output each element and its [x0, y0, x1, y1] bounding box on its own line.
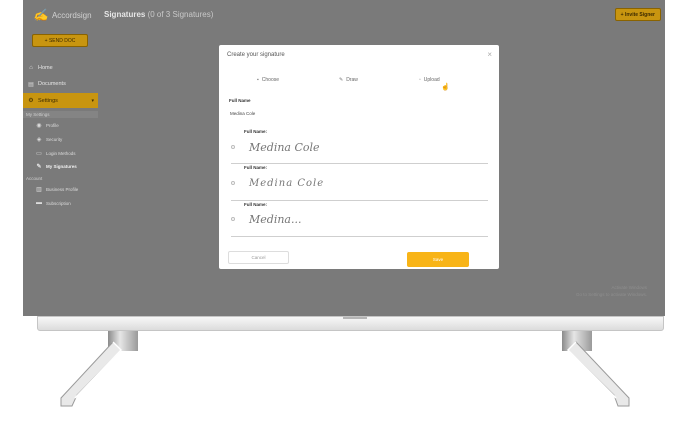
top-bar: ✍ Accordsign Signatures (0 of 3 Signatur…: [23, 0, 665, 30]
section-my-settings: My Settings: [23, 111, 98, 118]
sidebar-item-label: Login Methods: [46, 150, 76, 156]
sidebar-item-label: Business Profile: [46, 186, 79, 192]
windows-watermark: Activate Windows Go to Settings to activ…: [576, 284, 647, 298]
signature-option-1[interactable]: Medina Cole: [249, 141, 320, 154]
sidebar-item-my-signatures[interactable]: ✎ My Signatures: [36, 161, 77, 171]
monitor-bezel: [37, 316, 664, 331]
full-name-value[interactable]: Medina Cole: [230, 111, 255, 116]
signature-option-2[interactable]: Medina Cole: [249, 178, 324, 189]
tab-label: Upload: [423, 77, 440, 83]
page-title-text: Signatures: [104, 10, 146, 19]
sidebar-item-label: Documents: [38, 81, 66, 87]
key-icon: ▭: [36, 150, 42, 157]
divider: [231, 200, 488, 201]
full-name-label: Full Name: [229, 98, 251, 103]
watermark-line-1: Activate Windows: [611, 285, 647, 290]
option-3-label: Full Name:: [244, 202, 268, 207]
document-icon: ▤: [28, 81, 34, 88]
signature-option-3-radio[interactable]: [231, 217, 235, 221]
grid-icon: ▪: [257, 77, 259, 83]
building-icon: ▥: [36, 186, 42, 193]
signature-option-2-radio[interactable]: [231, 181, 235, 185]
sidebar-item-settings[interactable]: ⚙ Settings ▾: [23, 93, 98, 108]
upload-icon: ▫: [419, 77, 421, 83]
signature-option-3[interactable]: Medina...: [249, 213, 301, 226]
watermark-line-2: Go to Settings to activate Windows.: [575, 292, 647, 297]
signature-option-1-radio[interactable]: [231, 145, 235, 149]
hand-cursor-icon: ☝: [441, 84, 450, 91]
send-doc-button[interactable]: + SEND DOC: [32, 34, 88, 47]
logo-text: Accordsign: [51, 10, 92, 20]
user-icon: ◉: [36, 122, 42, 129]
tab-choose[interactable]: ▪ Choose: [257, 77, 279, 83]
sidebar-item-subscription[interactable]: ▬ Subscription: [36, 198, 71, 208]
sidebar-item-login-methods[interactable]: ▭ Login Methods: [36, 148, 76, 158]
card-icon: ▬: [36, 200, 42, 206]
monitor-screen: ✍ Accordsign Signatures (0 of 3 Signatur…: [23, 0, 665, 316]
app-logo[interactable]: ✍ Accordsign: [33, 8, 92, 22]
tab-upload[interactable]: ▫ Upload: [419, 77, 440, 83]
sidebar-item-security[interactable]: ◈ Security: [36, 134, 63, 144]
sidebar-item-label: Settings: [38, 97, 58, 104]
create-signature-modal: Create your signature × ▪ Choose ✎ Draw …: [219, 45, 499, 269]
cancel-button[interactable]: Cancel: [228, 251, 289, 264]
close-icon[interactable]: ×: [487, 50, 492, 59]
option-1-label: Full Name:: [244, 129, 268, 134]
sidebar-item-label: My Signatures: [46, 163, 77, 169]
chevron-down-icon: ▾: [91, 97, 94, 104]
sidebar-item-profile[interactable]: ◉ Profile: [36, 120, 59, 130]
gear-icon: ⚙: [28, 98, 34, 104]
tab-label: Choose: [261, 77, 280, 83]
divider: [231, 163, 488, 164]
divider: [231, 236, 488, 237]
bezel-notch: [343, 317, 367, 319]
home-icon: ⌂: [29, 65, 33, 71]
sidebar-item-home[interactable]: ⌂ Home: [23, 62, 98, 74]
pen-icon: ✎: [36, 163, 42, 170]
sidebar: + SEND DOC ⌂ Home ▤ Documents ⚙ Settings…: [23, 30, 98, 316]
option-2-label: Full Name:: [244, 165, 268, 170]
sidebar-item-label: Home: [38, 65, 53, 71]
save-button[interactable]: Save: [407, 252, 469, 267]
stage: ✍ Accordsign Signatures (0 of 3 Signatur…: [0, 0, 695, 426]
section-account: Account: [26, 176, 43, 181]
tab-draw[interactable]: ✎ Draw: [339, 77, 358, 83]
stand-foot-right: [566, 341, 630, 407]
sidebar-item-label: Subscription: [46, 200, 71, 206]
page-title: Signatures (0 of 3 Signatures): [104, 10, 213, 19]
shield-icon: ◈: [36, 136, 42, 143]
sidebar-item-label: Profile: [46, 122, 59, 128]
sidebar-item-documents[interactable]: ▤ Documents: [23, 78, 98, 90]
tab-label: Draw: [346, 77, 358, 83]
sidebar-item-business-profile[interactable]: ▥ Business Profile: [36, 184, 78, 194]
signature-count: (0 of 3 Signatures): [147, 10, 214, 19]
sidebar-item-label: Security: [46, 136, 63, 142]
invite-signer-button[interactable]: + Invite Signer: [614, 8, 661, 21]
pencil-icon: ✎: [339, 77, 344, 83]
logo-mark-icon: ✍: [33, 8, 48, 22]
modal-title: Create your signature: [227, 52, 285, 58]
stand-foot-left: [60, 341, 123, 407]
